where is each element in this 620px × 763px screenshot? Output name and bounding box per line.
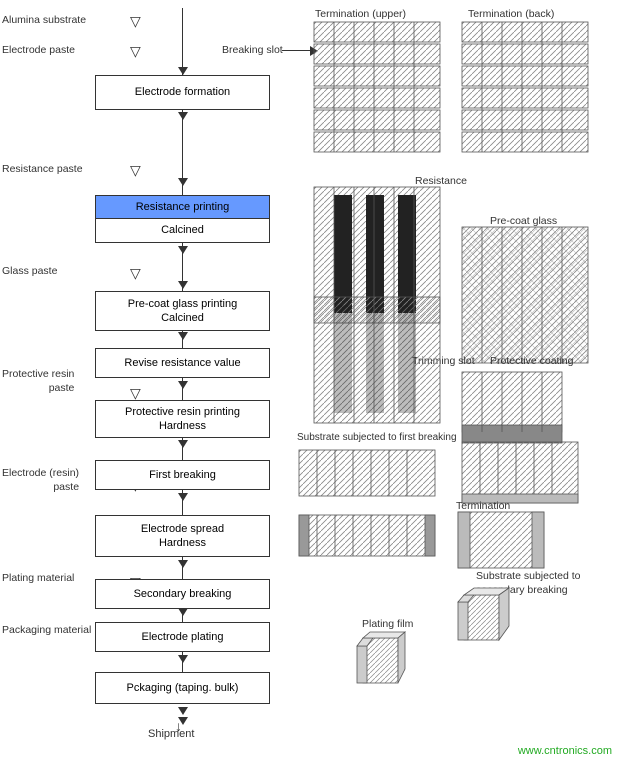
label-protective-resin: Protective resinpaste	[2, 368, 74, 395]
svg-termination-right	[456, 510, 546, 570]
box-electrode-spread: Electrode spread Hardness	[95, 515, 270, 557]
arrow-after-electrode-plating	[178, 655, 188, 663]
box-precoat-glass: Pre-coat glass printing Calcined	[95, 291, 270, 331]
svg-first-break	[297, 448, 437, 498]
box-revise-resistance: Revise resistance value	[95, 348, 270, 378]
box-electrode-formation: Electrode formation	[95, 75, 270, 110]
arrow-after-calcined1	[178, 246, 188, 254]
arrow-after-first-break	[178, 493, 188, 501]
svg-first-break-right	[460, 440, 580, 505]
arrow-after-protective	[178, 440, 188, 448]
arrow-after-electrode-formation	[178, 112, 188, 120]
arrow-to-protective	[178, 381, 188, 389]
svg-plating-film	[355, 628, 410, 693]
arrow-after-precoat	[178, 332, 188, 340]
label-first-break-substrate: Substrate subjected to first breaking	[297, 432, 457, 443]
label-protective-coating: Protective coating	[490, 355, 573, 367]
arrow-to-electrode-formation	[178, 67, 188, 75]
arrow-final: ↓	[175, 718, 182, 734]
funnel-electrode-paste: ▽	[130, 43, 141, 60]
box-calcined1: Calcined	[95, 219, 270, 243]
label-resistance-paste: Resistance paste	[2, 163, 83, 175]
box-electrode-plating: Electrode plating	[95, 622, 270, 652]
label-packaging-material: Packaging material	[2, 624, 91, 636]
arrow-to-precoat	[178, 281, 188, 289]
label-electrode-paste: Electrode paste	[2, 44, 75, 56]
box-resistance-printing: Resistance printing	[95, 195, 270, 219]
breaking-slot-line	[282, 50, 312, 51]
arrow-after-electrode-spread	[178, 560, 188, 568]
arrow-after-packaging	[178, 707, 188, 715]
svg-electrode-spread	[297, 513, 437, 558]
label-shipment: Shipment	[148, 728, 194, 740]
label-alumina-substrate: Alumina substrate	[2, 14, 86, 26]
funnel-resistance-paste: ▽	[130, 162, 141, 179]
label-termination-back: Termination (back)	[468, 8, 554, 20]
box-secondary-breaking: Secondary breaking	[95, 579, 270, 609]
svg-trimming	[312, 295, 442, 425]
watermark: www.cntronics.com	[518, 745, 612, 757]
svg-termination-upper	[312, 20, 442, 165]
label-glass-paste: Glass paste	[2, 265, 57, 277]
funnel-glass-paste: ▽	[130, 265, 141, 282]
label-electrode-resin: Electrode (resin)paste	[2, 467, 79, 494]
arrow-to-resistance-printing	[178, 178, 188, 186]
svg-precoat-glass	[460, 225, 590, 365]
arrow-after-secondary-break	[178, 608, 188, 616]
box-packaging: Pckaging (taping. bulk)	[95, 672, 270, 704]
box-first-breaking: First breaking	[95, 460, 270, 490]
funnel-alumina: ▽	[130, 13, 141, 30]
svg-secondary-break	[456, 580, 511, 650]
label-breaking-slot: Breaking slot	[222, 44, 283, 56]
label-plating-material: Plating material	[2, 572, 74, 584]
box-protective-resin-printing: Protective resin printing Hardness	[95, 400, 270, 438]
diagram-container: { "title": "Resistor Manufacturing Proce…	[0, 0, 620, 763]
svg-termination-back	[460, 20, 590, 165]
label-termination-upper: Termination (upper)	[315, 8, 406, 20]
